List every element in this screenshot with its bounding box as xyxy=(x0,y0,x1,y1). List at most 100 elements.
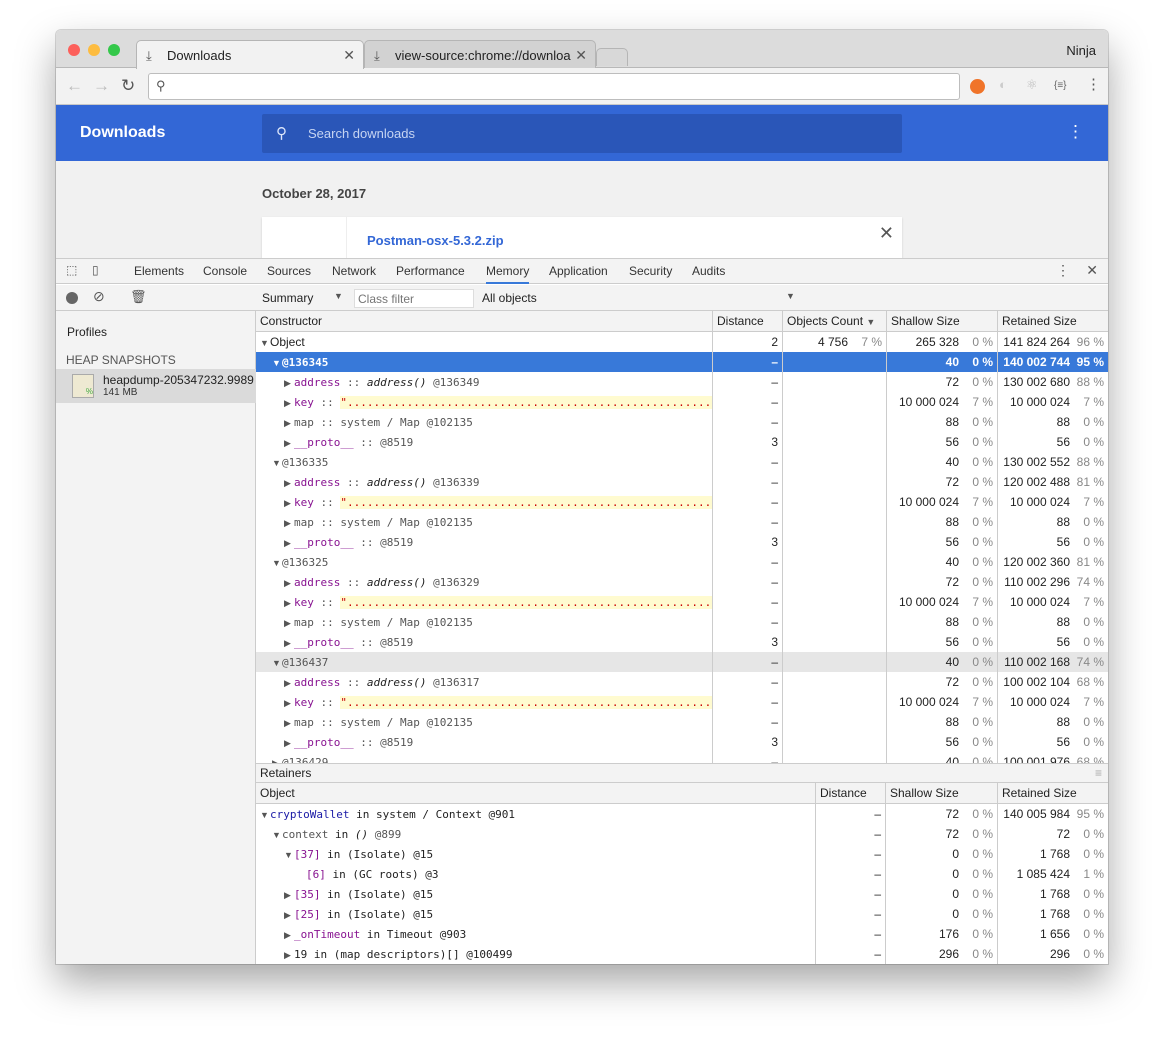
table-row[interactable]: ▼@136335 – 40 0 % 130 002 552 88 % xyxy=(256,452,1108,472)
table-row[interactable]: ▶ map :: system / Map @102135 – 88 0 % 88 0 % xyxy=(256,412,1108,432)
clear-icon[interactable]: ⊘ xyxy=(93,288,105,305)
column-constructor[interactable]: Constructor xyxy=(256,311,712,332)
chevron-down-icon[interactable]: ▼ xyxy=(334,291,343,301)
view-select[interactable]: Summary xyxy=(262,291,313,305)
postman-extension-icon[interactable] xyxy=(970,79,985,94)
collapsed-triangle-icon[interactable]: ▶ xyxy=(284,673,294,692)
table-row[interactable]: ▶ [25] in (Isolate) @15 – 0 0 % 1 768 0 % xyxy=(256,904,1108,924)
table-row[interactable]: ▼[37] in (Isolate) @15 – 0 0 % 1 768 0 % xyxy=(256,844,1108,864)
table-row[interactable]: ▶ map :: system / Map @102135 – 88 0 % 88 0 % xyxy=(256,712,1108,732)
menu-icon[interactable]: ⋮ xyxy=(1086,75,1101,93)
device-toolbar-icon[interactable]: ▯ xyxy=(92,263,99,277)
collapsed-triangle-icon[interactable]: ▶ xyxy=(284,373,294,392)
table-row[interactable]: ▶ key :: "...............................… xyxy=(256,692,1108,712)
tab-application[interactable]: Application xyxy=(549,259,608,284)
collapsed-triangle-icon[interactable]: ▶ xyxy=(284,573,294,592)
chevron-down-icon[interactable]: ▼ xyxy=(786,291,795,301)
expanded-triangle-icon[interactable]: ▼ xyxy=(284,845,294,864)
table-row[interactable]: ▶ _onTimeout in Timeout @903 – 176 0 % 1 656 0… xyxy=(256,924,1108,944)
column-retained-size[interactable]: Retained Size xyxy=(997,311,1108,332)
devtools-menu-icon[interactable]: ⋮ xyxy=(1056,262,1070,279)
table-row[interactable]: ▶ [35] in (Isolate) @15 – 0 0 % 1 768 0 % xyxy=(256,884,1108,904)
column-shallow-size[interactable]: Shallow Size xyxy=(885,783,997,804)
react-devtools-icon[interactable]: ⚛ xyxy=(1026,77,1038,93)
objects-select[interactable]: All objects xyxy=(482,291,537,305)
collapsed-triangle-icon[interactable]: ▶ xyxy=(284,945,294,964)
table-row[interactable]: ▶ address :: address() @136349 – 72 0 % 130 0… xyxy=(256,372,1108,392)
table-row[interactable]: ▶ address :: address() @136329 – 72 0 % 110 0… xyxy=(256,572,1108,592)
table-row[interactable]: ▶ map :: system / Map @102135 – 88 0 % 88 0 % xyxy=(256,612,1108,632)
back-icon[interactable]: ← xyxy=(66,76,83,96)
minimize-window-button[interactable] xyxy=(88,44,100,56)
tab-elements[interactable]: Elements xyxy=(134,259,184,284)
json-viewer-icon[interactable]: {≡} xyxy=(1054,80,1067,91)
table-row[interactable]: ▶ map :: system / Map @102135 – 88 0 % 88 0 % xyxy=(256,512,1108,532)
collapsed-triangle-icon[interactable]: ▶ xyxy=(284,925,294,944)
address-bar[interactable]: ⚲ xyxy=(148,73,960,100)
tab-sources[interactable]: Sources xyxy=(267,259,311,284)
trash-icon[interactable]: 🗑 xyxy=(130,289,147,305)
expanded-triangle-icon[interactable]: ▼ xyxy=(272,653,282,672)
table-row[interactable]: ▼@136325 – 40 0 % 120 002 360 81 % xyxy=(256,552,1108,572)
column-retained-size[interactable]: Retained Size xyxy=(997,783,1108,804)
collapsed-triangle-icon[interactable]: ▶ xyxy=(284,885,294,904)
expanded-triangle-icon[interactable]: ▼ xyxy=(260,333,270,352)
collapsed-triangle-icon[interactable]: ▶ xyxy=(284,593,294,612)
table-row[interactable]: ▶ address :: address() @136317 – 72 0 % 100 0… xyxy=(256,672,1108,692)
collapsed-triangle-icon[interactable]: ▶ xyxy=(284,393,294,412)
remove-icon[interactable]: ✕ xyxy=(879,223,894,244)
close-tab-icon[interactable]: ✕ xyxy=(575,41,587,69)
new-tab-button[interactable] xyxy=(596,48,628,66)
collapsed-triangle-icon[interactable]: ▶ xyxy=(284,513,294,532)
collapsed-triangle-icon[interactable]: ▶ xyxy=(284,905,294,924)
tab-audits[interactable]: Audits xyxy=(692,259,725,284)
table-row[interactable]: ▶ key :: "...............................… xyxy=(256,492,1108,512)
expanded-triangle-icon[interactable]: ▼ xyxy=(272,553,282,572)
tab-memory[interactable]: Memory xyxy=(486,259,530,284)
collapsed-triangle-icon[interactable]: ▶ xyxy=(284,613,294,632)
table-row[interactable]: ▼context in () @899 – 72 0 % 72 0 % xyxy=(256,824,1108,844)
expanded-triangle-icon[interactable]: ▼ xyxy=(260,805,270,824)
search-downloads-input[interactable]: ⚲ Search downloads xyxy=(262,114,902,153)
collapsed-triangle-icon[interactable]: ▶ xyxy=(284,433,294,452)
collapsed-triangle-icon[interactable]: ▶ xyxy=(284,713,294,732)
table-row[interactable]: ▼@136437 – 40 0 % 110 002 168 74 % xyxy=(256,652,1108,672)
collapsed-triangle-icon[interactable]: ▶ xyxy=(284,413,294,432)
table-row[interactable]: ▶ key :: "...............................… xyxy=(256,592,1108,612)
tab-network[interactable]: Network xyxy=(332,259,376,284)
tab-view-source[interactable]: ⤓ view-source:chrome://downloa ✕ xyxy=(364,40,596,69)
column-objects-count[interactable]: Objects Count ▼ xyxy=(782,311,886,332)
table-row[interactable]: ▼@136345 – 40 0 % 140 002 744 95 % xyxy=(256,352,1108,372)
table-row[interactable]: ▶ __proto__ :: @8519 3 56 0 % 56 0 % xyxy=(256,432,1108,452)
table-row[interactable]: ▶ 19 in (map descriptors)[] @100499 – 296 0 … xyxy=(256,944,1108,964)
table-row[interactable]: ▶ __proto__ :: @8519 3 56 0 % 56 0 % xyxy=(256,532,1108,552)
expanded-triangle-icon[interactable]: ▼ xyxy=(272,825,282,844)
table-row[interactable]: ▶ __proto__ :: @8519 3 56 0 % 56 0 % xyxy=(256,632,1108,652)
record-icon[interactable] xyxy=(66,292,78,304)
reload-icon[interactable]: ↻ xyxy=(121,76,135,96)
profile-name[interactable]: Ninja xyxy=(1066,43,1096,58)
more-icon[interactable]: ⋮ xyxy=(1067,122,1084,142)
column-distance[interactable]: Distance xyxy=(712,311,782,332)
column-shallow-size[interactable]: Shallow Size xyxy=(886,311,997,332)
maximize-window-button[interactable] xyxy=(108,44,120,56)
tab-console[interactable]: Console xyxy=(203,259,247,284)
collapsed-triangle-icon[interactable]: ▶ xyxy=(284,693,294,712)
tab-security[interactable]: Security xyxy=(629,259,672,284)
collapsed-triangle-icon[interactable]: ▶ xyxy=(284,473,294,492)
collapsed-triangle-icon[interactable]: ▶ xyxy=(284,533,294,552)
snapshot-item[interactable]: % heapdump-205347232.9989 141 MB xyxy=(56,369,256,403)
extension-icon[interactable]: ◐ xyxy=(999,77,1007,92)
table-row[interactable]: [6] in (GC roots) @3 – 0 0 % 1 085 424 1 % xyxy=(256,864,1108,884)
table-row[interactable]: ▼Object 2 4 756 7 % 265 328 0 % 141 824 264 96 … xyxy=(256,332,1108,352)
close-devtools-icon[interactable]: ✕ xyxy=(1086,262,1098,279)
inspect-element-icon[interactable]: ⬚ xyxy=(66,263,77,277)
close-window-button[interactable] xyxy=(68,44,80,56)
tab-downloads[interactable]: ⤓ Downloads ✕ xyxy=(136,40,364,69)
drag-handle-icon[interactable]: ≡ xyxy=(1095,764,1102,783)
class-filter-input[interactable] xyxy=(354,289,474,308)
table-row[interactable]: ▶ address :: address() @136339 – 72 0 % 120 0… xyxy=(256,472,1108,492)
file-link[interactable]: Postman-osx-5.3.2.zip xyxy=(367,233,504,248)
close-tab-icon[interactable]: ✕ xyxy=(343,41,355,69)
column-distance[interactable]: Distance xyxy=(815,783,885,804)
